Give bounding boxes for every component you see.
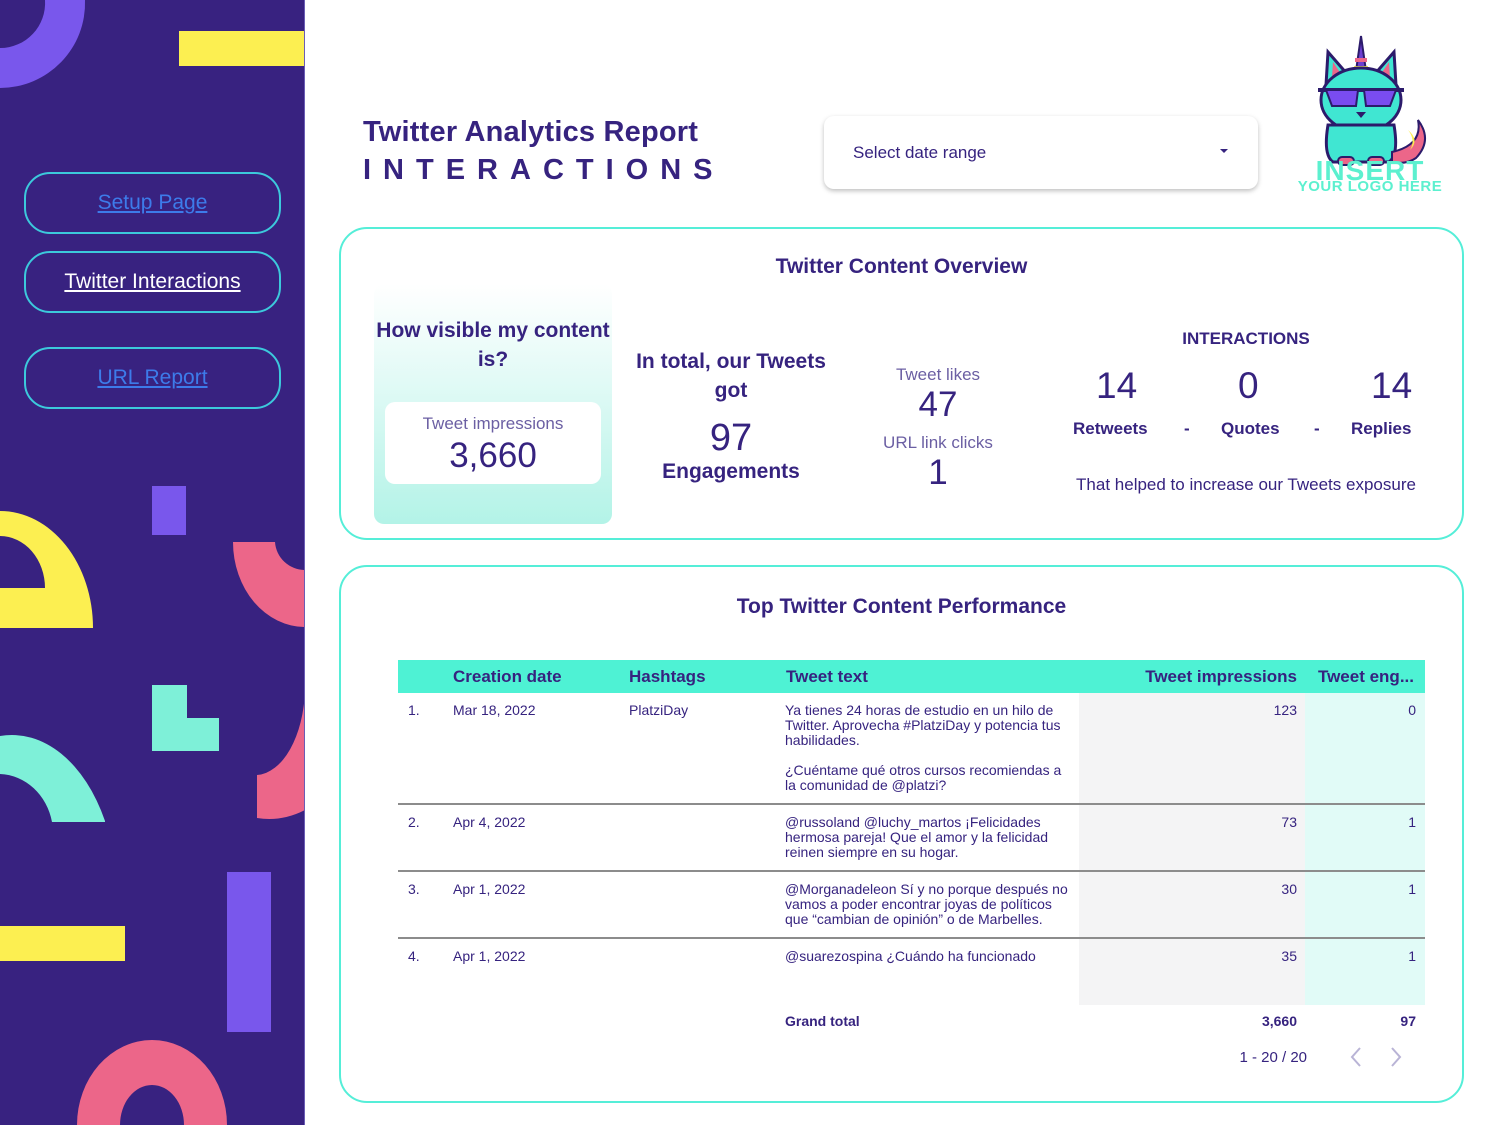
yellow-half-disc-shape xyxy=(0,511,93,628)
likes-clicks-block: Tweet likes 47 URL link clicks 1 xyxy=(868,365,1008,493)
content-performance-card: Top Twitter Content Performance Creation… xyxy=(339,565,1464,1103)
column-header-tweet-impressions[interactable]: Tweet impressions xyxy=(1145,667,1297,687)
nav-url-report[interactable]: URL Report xyxy=(24,347,281,409)
table-header: Creation date Hashtags Tweet text Tweet … xyxy=(398,660,1425,693)
pagination: 1 - 20 / 20 xyxy=(1239,1045,1405,1069)
row-tweet-text: @suarezospina ¿Cuándo ha funcionado xyxy=(785,948,1036,964)
purple-square-shape xyxy=(152,486,186,535)
retweets-value: 14 xyxy=(1096,365,1138,406)
quotes-label: Quotes xyxy=(1221,419,1280,438)
likes-label: Tweet likes xyxy=(895,365,981,384)
clicks-value: 1 xyxy=(928,453,948,492)
impressions-scorecard: Tweet impressions 3,660 xyxy=(385,402,601,484)
row-engagements: 1 xyxy=(1408,814,1416,830)
impressions-value: 3,660 xyxy=(449,436,537,475)
mint-quarter-ring-shape xyxy=(0,734,105,822)
pagination-range: 1 - 20 / 20 xyxy=(1239,1048,1307,1066)
nav-twitter-interactions[interactable]: Twitter Interactions xyxy=(24,251,281,313)
row-engagements: 1 xyxy=(1408,881,1416,897)
table-row[interactable]: 1. Mar 18, 2022 PlatziDay Ya tienes 24 h… xyxy=(398,693,1425,805)
column-header-creation-date[interactable]: Creation date xyxy=(453,667,562,687)
visibility-question: How visible my content is? xyxy=(376,319,610,371)
performance-table: Creation date Hashtags Tweet text Tweet … xyxy=(398,660,1425,1035)
overview-title: Twitter Content Overview xyxy=(775,255,1028,278)
row-impressions: 30 xyxy=(1281,881,1297,897)
engagements-block: In total, our Tweets got 97 Engagements xyxy=(631,347,831,484)
row-index: 4. xyxy=(408,948,420,964)
row-impressions: 35 xyxy=(1281,948,1297,964)
table-row[interactable]: 2. Apr 4, 2022 @russoland @luchy_martos … xyxy=(398,805,1425,872)
purple-arc-shape xyxy=(0,0,86,89)
purple-bar-shape xyxy=(227,872,271,1032)
row-index: 3. xyxy=(408,881,420,897)
interactions-block: INTERACTIONS 14 0 14 Retweets - Quotes -… xyxy=(1041,329,1451,494)
date-range-placeholder: Select date range xyxy=(853,142,987,162)
grand-total-impressions: 3,660 xyxy=(1261,1013,1297,1029)
column-header-tweet-engagements[interactable]: Tweet eng... xyxy=(1318,667,1414,687)
quotes-value: 0 xyxy=(1238,365,1259,406)
table-row[interactable]: 4. Apr 1, 2022 @suarezospina ¿Cuándo ha … xyxy=(398,939,1425,974)
row-impressions: 73 xyxy=(1281,814,1297,830)
pink-ring-shape xyxy=(77,1040,227,1125)
replies-label: Replies xyxy=(1351,419,1412,438)
row-date: Apr 4, 2022 xyxy=(453,814,526,830)
caret-down-icon xyxy=(1220,149,1228,153)
yellow-bar-shape xyxy=(179,31,304,66)
row-index: 1. xyxy=(408,702,420,718)
replies-value: 14 xyxy=(1371,365,1413,406)
chevron-left-icon[interactable] xyxy=(1347,1045,1367,1069)
impressions-label: Tweet impressions xyxy=(422,414,564,433)
report-subtitle: INTERACTIONS xyxy=(363,154,725,186)
separator: - xyxy=(1314,419,1320,438)
content-overview-card: Twitter Content Overview How visible my … xyxy=(339,227,1464,540)
logo-text-your-logo-here: YOUR LOGO HERE xyxy=(1297,178,1443,195)
separator: - xyxy=(1184,419,1190,438)
pink-arc-shape-mid xyxy=(257,703,304,819)
table-row[interactable]: 3. Apr 1, 2022 @Morganadeleon Sí y no po… xyxy=(398,872,1425,939)
row-tweet-text: @russoland @luchy_martos ¡Felicidades he… xyxy=(785,814,1049,860)
engagements-value: 97 xyxy=(709,417,753,459)
visibility-box: How visible my content is? Tweet impress… xyxy=(374,284,612,524)
table-body[interactable]: 1. Mar 18, 2022 PlatziDay Ya tienes 24 h… xyxy=(398,693,1425,1005)
clicks-label: URL link clicks xyxy=(883,433,993,452)
row-impressions: 123 xyxy=(1273,702,1297,718)
row-engagements: 1 xyxy=(1408,948,1416,964)
interactions-footer: That helped to increase our Tweets expos… xyxy=(1076,475,1416,494)
chevron-right-icon[interactable] xyxy=(1385,1045,1405,1069)
mint-l-shape xyxy=(152,685,219,751)
grand-total-label: Grand total xyxy=(785,1013,860,1029)
engagements-lead: In total, our Tweets got xyxy=(636,350,826,402)
date-range-select[interactable]: Select date range xyxy=(824,116,1258,189)
sidebar: Setup Page Twitter Interactions URL Repo… xyxy=(0,0,305,1125)
engagements-label: Engagements xyxy=(662,460,800,483)
decorative-shapes xyxy=(0,0,304,1125)
row-engagements: 0 xyxy=(1408,702,1416,718)
retweets-label: Retweets xyxy=(1073,419,1148,438)
column-header-tweet-text[interactable]: Tweet text xyxy=(786,667,868,687)
table-grand-total: Grand total 3,660 97 xyxy=(398,1005,1425,1035)
row-date: Mar 18, 2022 xyxy=(453,702,536,718)
nav-setup-page[interactable]: Setup Page xyxy=(24,172,281,234)
yellow-bar-shape-bottom xyxy=(0,926,125,961)
report-title: Twitter Analytics Report xyxy=(363,116,699,148)
row-index: 2. xyxy=(408,814,420,830)
column-header-hashtags[interactable]: Hashtags xyxy=(629,667,706,687)
grand-total-engagements: 97 xyxy=(1400,1013,1416,1029)
row-tweet-text: Ya tienes 24 horas de estudio en un hilo… xyxy=(785,702,1062,793)
performance-title: Top Twitter Content Performance xyxy=(736,595,1067,618)
row-date: Apr 1, 2022 xyxy=(453,948,526,964)
row-hashtags: PlatziDay xyxy=(629,702,689,718)
row-date: Apr 1, 2022 xyxy=(453,881,526,897)
interactions-heading: INTERACTIONS xyxy=(1182,329,1310,348)
likes-value: 47 xyxy=(918,385,958,424)
row-tweet-text: @Morganadeleon Sí y no porque después no… xyxy=(785,881,1068,927)
pink-arc-shape-top xyxy=(233,542,304,627)
